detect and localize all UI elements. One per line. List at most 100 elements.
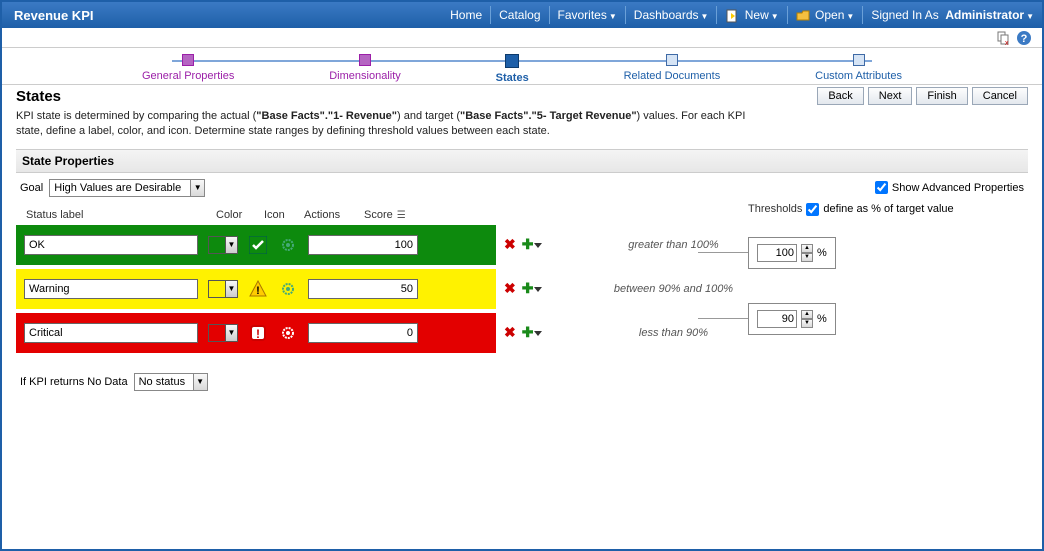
spin-up-icon[interactable]: ▲ xyxy=(801,310,813,319)
states-grid: Status label Color Icon Actions Score☰ ▼… xyxy=(16,203,1028,363)
add-row-icon[interactable]: ✚ xyxy=(522,236,534,253)
back-button[interactable]: Back xyxy=(817,87,863,105)
catalog-tool-icon[interactable]: x xyxy=(996,30,1012,46)
chevron-down-icon[interactable]: ▼ xyxy=(190,180,204,196)
color-picker[interactable]: ▼ xyxy=(208,324,238,342)
state-row-critical: ▼ ! ✖ ✚ less than 90% xyxy=(16,313,1028,353)
next-button[interactable]: Next xyxy=(868,87,913,105)
nav-favorites[interactable]: Favorites▼ xyxy=(549,6,625,24)
goal-label: Goal xyxy=(20,182,43,194)
spin-up-icon[interactable]: ▲ xyxy=(801,244,813,253)
status-critical-icon[interactable]: ! xyxy=(248,323,268,343)
nav-new[interactable]: New▼ xyxy=(716,6,786,24)
spin-down-icon[interactable]: ▼ xyxy=(801,253,813,262)
app-title: Revenue KPI xyxy=(2,8,105,23)
svg-text:x: x xyxy=(1005,40,1009,46)
chevron-down-icon: ▼ xyxy=(771,12,779,21)
page-title: States xyxy=(16,88,61,105)
define-as-pct-checkbox[interactable] xyxy=(806,203,819,216)
actions-gear-icon[interactable] xyxy=(278,235,298,255)
threshold-box-1: ▲▼ % xyxy=(748,237,836,269)
pct-label: % xyxy=(817,247,827,259)
nav-catalog[interactable]: Catalog xyxy=(490,6,548,24)
swatch-green-icon xyxy=(208,236,226,254)
status-label-input[interactable] xyxy=(24,279,198,299)
finish-button[interactable]: Finish xyxy=(916,87,967,105)
thresholds-label: Thresholds xyxy=(748,203,802,215)
cancel-button[interactable]: Cancel xyxy=(972,87,1028,105)
condition-text: greater than 100% xyxy=(593,239,753,251)
step-general[interactable]: General Properties xyxy=(142,54,234,84)
show-advanced-checkbox[interactable] xyxy=(875,181,888,194)
no-data-value[interactable] xyxy=(135,376,193,388)
svg-text:!: ! xyxy=(256,327,260,341)
toolbar-row: x ? xyxy=(2,28,1042,48)
no-data-label: If KPI returns No Data xyxy=(20,376,128,388)
delete-row-icon[interactable]: ✖ xyxy=(504,324,516,341)
spin-down-icon[interactable]: ▼ xyxy=(801,319,813,328)
svg-text:?: ? xyxy=(1021,33,1028,45)
no-data-row: If KPI returns No Data ▼ xyxy=(16,363,1028,401)
goal-dropdown[interactable]: ▼ xyxy=(49,179,205,197)
step-dimensionality[interactable]: Dimensionality xyxy=(329,54,401,84)
col-actions: Actions xyxy=(304,209,364,221)
content-area: States Back Next Finish Cancel KPI state… xyxy=(2,84,1042,549)
col-status: Status label xyxy=(26,209,216,221)
nav-dashboards[interactable]: Dashboards▼ xyxy=(625,6,717,24)
score-input[interactable] xyxy=(308,235,418,255)
chevron-down-icon[interactable]: ▼ xyxy=(193,374,207,390)
actions-gear-icon[interactable] xyxy=(278,323,298,343)
step-custom[interactable]: Custom Attributes xyxy=(815,54,902,84)
nav-signed-in[interactable]: Signed In As Administrator▼ xyxy=(862,6,1042,24)
col-icon: Icon xyxy=(264,209,304,221)
col-color: Color xyxy=(216,209,264,221)
wizard-stepnav: General Properties Dimensionality States… xyxy=(2,48,1042,84)
step-states[interactable]: States xyxy=(496,54,529,84)
score-settings-icon[interactable]: ☰ xyxy=(397,210,406,221)
status-warning-icon[interactable]: ! xyxy=(248,279,268,299)
add-row-icon[interactable]: ✚ xyxy=(522,280,534,297)
threshold-input-2[interactable] xyxy=(757,310,797,328)
score-input[interactable] xyxy=(308,323,418,343)
status-label-input[interactable] xyxy=(24,235,198,255)
state-row-ok: ▼ ✖ ✚ greater than 100% xyxy=(16,225,1028,265)
chevron-down-icon[interactable]: ▼ xyxy=(226,324,238,342)
swatch-red-icon xyxy=(208,324,226,342)
status-label-input[interactable] xyxy=(24,323,198,343)
score-input[interactable] xyxy=(308,279,418,299)
goal-value[interactable] xyxy=(50,182,190,194)
page-description: KPI state is determined by comparing the… xyxy=(16,107,756,149)
threshold-input-1[interactable] xyxy=(757,244,797,262)
add-row-icon[interactable]: ✚ xyxy=(522,324,534,341)
step-related[interactable]: Related Documents xyxy=(624,54,721,84)
threshold-box-2: ▲▼ % xyxy=(748,303,836,335)
chevron-down-icon: ▼ xyxy=(701,12,709,21)
thresholds-area: Thresholds define as % of target value ▲… xyxy=(748,203,988,216)
nav-home[interactable]: Home xyxy=(442,6,490,24)
help-icon[interactable]: ? xyxy=(1016,30,1032,46)
no-data-dropdown[interactable]: ▼ xyxy=(134,373,208,391)
state-row-warning: ▼ ! ✖ ✚ between 90% and 100% xyxy=(16,269,1028,309)
color-picker[interactable]: ▼ xyxy=(208,280,238,298)
col-score: Score☰ xyxy=(364,209,484,221)
status-ok-icon[interactable] xyxy=(248,235,268,255)
actions-gear-icon[interactable] xyxy=(278,279,298,299)
top-header: Revenue KPI Home Catalog Favorites▼ Dash… xyxy=(2,2,1042,28)
svg-text:!: ! xyxy=(256,285,260,297)
condition-text: less than 90% xyxy=(593,327,753,339)
chevron-down-icon: ▼ xyxy=(846,12,854,21)
folder-open-icon xyxy=(796,9,810,23)
connector-line xyxy=(698,252,748,253)
chevron-down-icon: ▼ xyxy=(1026,12,1034,21)
nav-open[interactable]: Open▼ xyxy=(787,6,863,24)
chevron-down-icon[interactable]: ▼ xyxy=(226,236,238,254)
condition-text: between 90% and 100% xyxy=(593,283,753,295)
define-as-pct-label: define as % of target value xyxy=(823,203,953,215)
show-advanced-label: Show Advanced Properties xyxy=(892,182,1024,194)
delete-row-icon[interactable]: ✖ xyxy=(504,236,516,253)
color-picker[interactable]: ▼ xyxy=(208,236,238,254)
chevron-down-icon[interactable]: ▼ xyxy=(226,280,238,298)
connector-line xyxy=(698,318,748,319)
delete-row-icon[interactable]: ✖ xyxy=(504,280,516,297)
pct-label: % xyxy=(817,313,827,325)
